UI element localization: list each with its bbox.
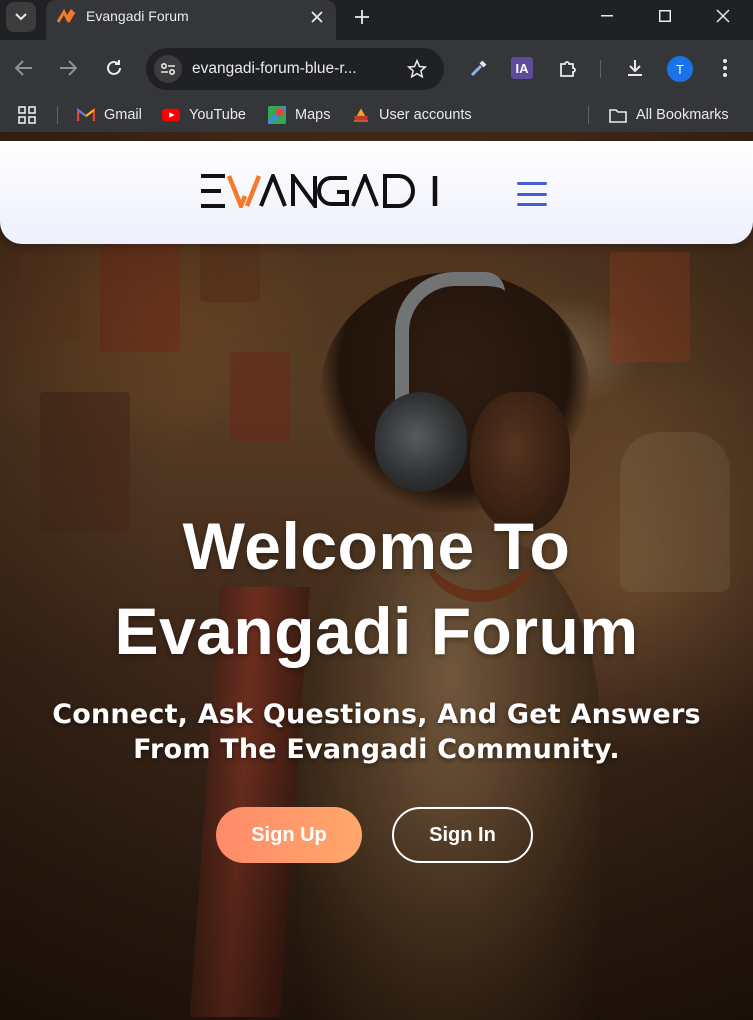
gmail-icon — [77, 106, 95, 124]
reload-button[interactable] — [102, 56, 126, 80]
apps-button[interactable] — [18, 104, 36, 126]
maximize-icon — [659, 10, 671, 22]
reload-icon — [107, 60, 121, 75]
page-viewport: Welcome To Evangadi Forum Connect, Ask Q… — [0, 132, 753, 1020]
site-header — [0, 141, 753, 244]
bookmark-user-accounts[interactable]: User accounts — [352, 104, 472, 126]
all-bookmarks-label: All Bookmarks — [636, 107, 729, 123]
sign-in-button[interactable]: Sign In — [392, 807, 533, 863]
browser-toolbar: evangadi-forum-blue-r... — [0, 40, 753, 98]
back-button[interactable] — [12, 56, 36, 80]
user-accounts-icon — [352, 106, 370, 124]
arrow-right-icon — [60, 60, 77, 76]
eyedropper-extension-button[interactable] — [467, 56, 491, 80]
minimize-icon — [601, 15, 613, 17]
arrow-left-icon — [15, 60, 32, 76]
bookmarks-divider — [57, 106, 58, 124]
star-icon — [407, 59, 427, 79]
bookmark-gmail[interactable]: Gmail — [77, 104, 142, 126]
sign-in-label: Sign In — [429, 823, 496, 846]
url-text[interactable]: evangadi-forum-blue-r... — [192, 60, 357, 78]
site-info-button[interactable] — [154, 55, 182, 83]
youtube-icon — [162, 106, 180, 124]
extensions-button[interactable] — [556, 56, 580, 80]
sign-up-label: Sign Up — [251, 823, 327, 846]
bookmark-label: YouTube — [189, 107, 246, 123]
eyedropper-icon — [470, 60, 487, 77]
maps-icon — [268, 106, 286, 124]
chevron-down-icon — [15, 13, 27, 21]
hamburger-menu-icon[interactable] — [517, 179, 547, 209]
bookmarks-bar: Gmail YouTube Maps User accounts All Boo… — [0, 98, 753, 132]
profile-avatar[interactable]: T — [667, 56, 693, 82]
download-icon — [628, 60, 642, 76]
close-tab-icon[interactable] — [308, 8, 326, 26]
downloads-button[interactable] — [623, 56, 647, 80]
hero-subtitle: Connect, Ask Questions, And Get Answers … — [52, 699, 701, 765]
apps-grid-icon — [18, 106, 36, 124]
puzzle-icon — [560, 61, 576, 77]
plus-icon — [355, 10, 369, 24]
maximize-button[interactable] — [636, 0, 694, 32]
evangadi-logo[interactable] — [199, 174, 441, 208]
bookmark-label: Gmail — [104, 107, 142, 123]
folder-icon — [609, 106, 627, 124]
bookmarks-divider — [588, 106, 589, 124]
browser-menu-button[interactable] — [713, 56, 737, 80]
hero-title: Welcome To Evangadi Forum — [114, 509, 639, 668]
tune-icon — [160, 62, 176, 76]
toolbar-divider — [600, 60, 601, 78]
forward-button[interactable] — [56, 56, 80, 80]
close-icon — [716, 9, 730, 23]
tab-strip: Evangadi Forum — [0, 0, 753, 40]
bookmark-star-button[interactable] — [406, 58, 428, 80]
ia-extension-icon[interactable]: IA — [511, 57, 533, 79]
tab-title: Evangadi Forum — [86, 8, 189, 24]
bookmark-label: User accounts — [379, 107, 472, 123]
new-tab-button[interactable] — [350, 5, 374, 29]
hamburger-line — [517, 192, 547, 196]
kebab-menu-icon — [723, 59, 727, 77]
sign-up-button[interactable]: Sign Up — [216, 807, 362, 863]
evangadi-favicon — [57, 9, 76, 23]
minimize-button[interactable] — [578, 0, 636, 32]
address-bar[interactable]: evangadi-forum-blue-r... — [146, 48, 444, 90]
browser-tab-active[interactable]: Evangadi Forum — [46, 0, 336, 40]
bookmark-maps[interactable]: Maps — [268, 104, 330, 126]
hamburger-line — [517, 182, 547, 185]
tab-search-button[interactable] — [6, 2, 36, 32]
bookmark-youtube[interactable]: YouTube — [162, 104, 246, 126]
bookmark-label: Maps — [295, 107, 331, 123]
close-window-button[interactable] — [694, 0, 752, 32]
hamburger-line — [517, 203, 547, 206]
all-bookmarks-button[interactable]: All Bookmarks — [609, 104, 729, 126]
